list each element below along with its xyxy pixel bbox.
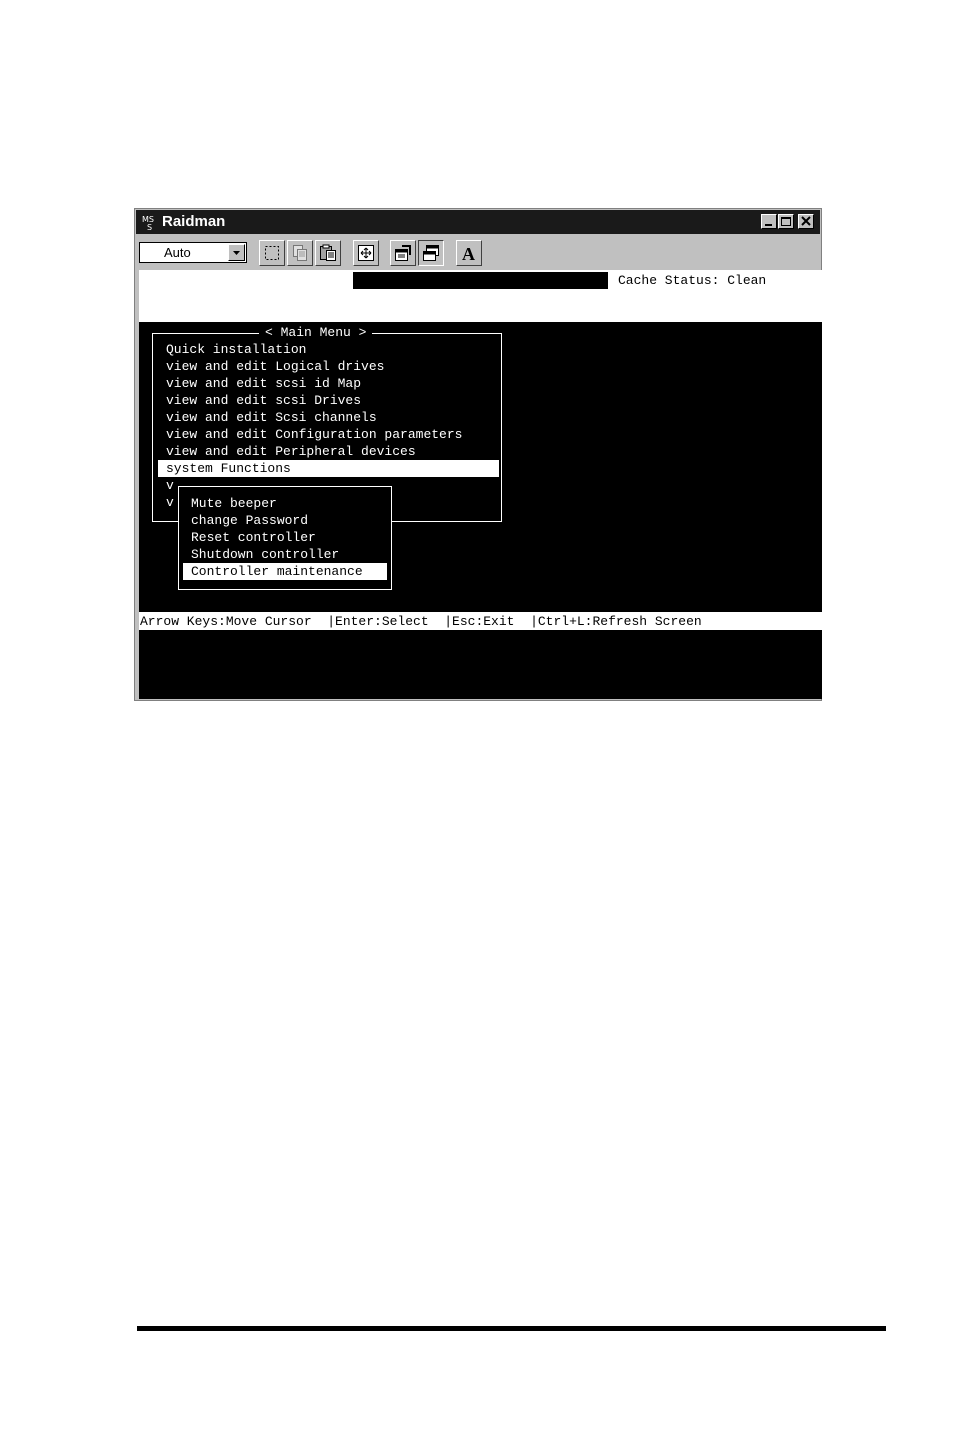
submenu-item-reset-controller[interactable]: Reset controller [191,529,316,546]
submenu-item-controller-maintenance-label: Controller maintenance [191,564,363,579]
title-bar[interactable]: MS S Raidman [136,210,820,234]
raidman-window: MS S Raidman Auto A Cache Status: Clean … [134,208,822,701]
menu-item-system-functions[interactable]: system Functions [158,460,499,477]
header-bar [353,272,608,289]
maximize-button[interactable] [778,214,794,229]
menu-item-partial-1[interactable]: v [166,477,174,494]
properties-button[interactable] [390,240,416,266]
menu-item-quick-installation[interactable]: Quick installation [166,341,306,358]
close-button[interactable] [798,214,814,229]
submenu-item-controller-maintenance[interactable]: Controller maintenance [183,563,387,580]
header-area: Cache Status: Clean [139,270,822,322]
fullscreen-button[interactable] [353,240,379,266]
dropdown-button[interactable] [228,244,245,261]
background-icon [423,245,439,261]
submenu-item-mute-beeper[interactable]: Mute beeper [191,495,277,512]
terminal-screen[interactable]: Cache Status: Clean < Main Menu > Quick … [139,270,822,699]
main-menu-title: < Main Menu > [259,324,373,341]
font-button-label: A [462,244,475,263]
copy-icon [293,245,307,261]
submenu-item-change-password[interactable]: change Password [191,512,308,529]
properties-icon [395,245,411,261]
menu-item-partial-2[interactable]: v [166,494,174,511]
toolbar: Auto A [136,236,820,270]
background-button[interactable] [418,240,444,266]
key-help-bar: Arrow Keys:Move Cursor |Enter:Select |Es… [139,612,822,630]
menu-item-system-functions-label: system Functions [166,461,291,476]
paste-icon [320,244,336,261]
minimize-button[interactable] [761,214,777,229]
font-icon: A [462,244,475,263]
cache-status: Cache Status: Clean [618,273,767,288]
fullscreen-icon [358,245,374,261]
font-size-select[interactable]: Auto [139,242,247,263]
menu-item-logical-drives[interactable]: view and edit Logical drives [166,358,384,375]
menu-item-scsi-channels[interactable]: view and edit Scsi channels [166,409,377,426]
window-title: Raidman [162,213,226,230]
menu-item-scsi-id-map[interactable]: view and edit scsi id Map [166,375,361,392]
paste-button[interactable] [315,240,341,266]
page-divider [137,1326,886,1331]
submenu-item-shutdown-controller[interactable]: Shutdown controller [191,546,339,563]
mark-icon [265,246,279,260]
menu-item-peripheral-devices[interactable]: view and edit Peripheral devices [166,443,416,460]
chevron-down-icon [233,251,240,255]
copy-button[interactable] [287,240,313,266]
font-size-value: Auto [164,245,191,260]
menu-item-scsi-drives[interactable]: view and edit scsi Drives [166,392,361,409]
menu-item-configuration-parameters[interactable]: view and edit Configuration parameters [166,426,462,443]
mark-button[interactable] [259,240,285,266]
app-icon: MS S [141,213,159,231]
key-help-text: Arrow Keys:Move Cursor |Enter:Select |Es… [140,614,702,629]
svg-text:S: S [147,223,152,231]
font-button[interactable]: A [456,240,482,266]
